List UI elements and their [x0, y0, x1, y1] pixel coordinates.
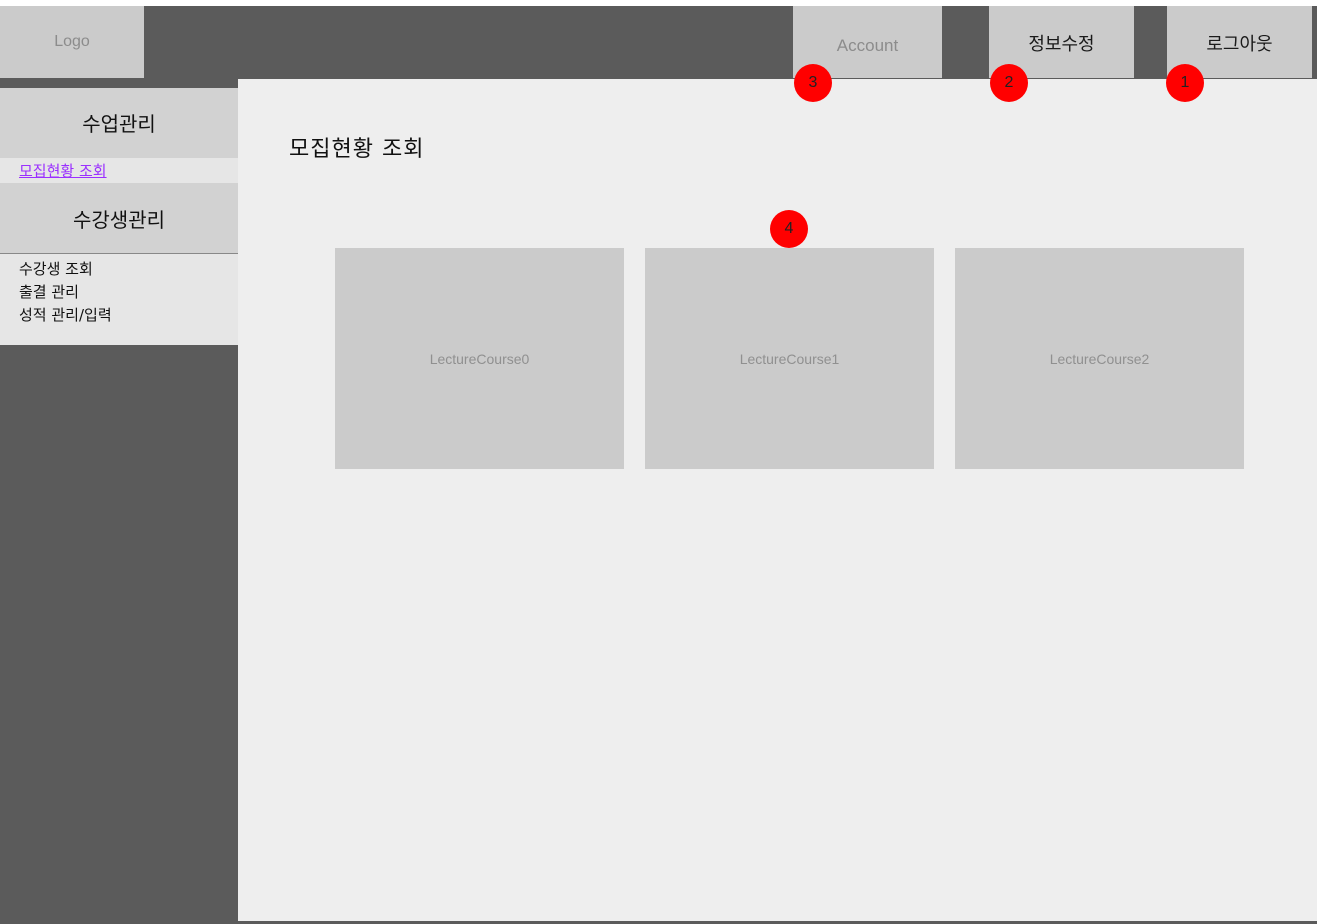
- sidebar-item-recruitment-status[interactable]: 모집현황 조회: [0, 158, 238, 183]
- sidebar-item-attendance[interactable]: 출결 관리: [19, 281, 238, 304]
- annotation-badge: 2: [990, 64, 1028, 102]
- page-title: 모집현황 조회: [289, 137, 425, 162]
- annotation-badge: 3: [794, 64, 832, 102]
- annotation-badge: 4: [770, 210, 808, 248]
- sidebar: 수업관리 모집현황 조회 수강생관리 수강생 조회 출결 관리 성적 관리/입력: [0, 88, 238, 345]
- sidebar-section-student-management[interactable]: 수강생관리: [0, 183, 238, 253]
- lecture-course-card[interactable]: LectureCourse1: [645, 248, 934, 469]
- annotation-badge: 1: [1166, 64, 1204, 102]
- main-content: 모집현황 조회 LectureCourse0 LectureCourse1 Le…: [238, 79, 1317, 921]
- sidebar-section-class-management[interactable]: 수업관리: [0, 88, 238, 158]
- lecture-course-card[interactable]: LectureCourse2: [955, 248, 1244, 469]
- sidebar-item-grades[interactable]: 성적 관리/입력: [19, 304, 238, 327]
- lecture-course-card[interactable]: LectureCourse0: [335, 248, 624, 469]
- sidebar-item-student-search[interactable]: 수강생 조회: [19, 258, 238, 281]
- logo: Logo: [0, 6, 144, 78]
- recruitment-status-link[interactable]: 모집현황 조회: [19, 162, 107, 180]
- sidebar-student-list: 수강생 조회 출결 관리 성적 관리/입력: [0, 253, 238, 345]
